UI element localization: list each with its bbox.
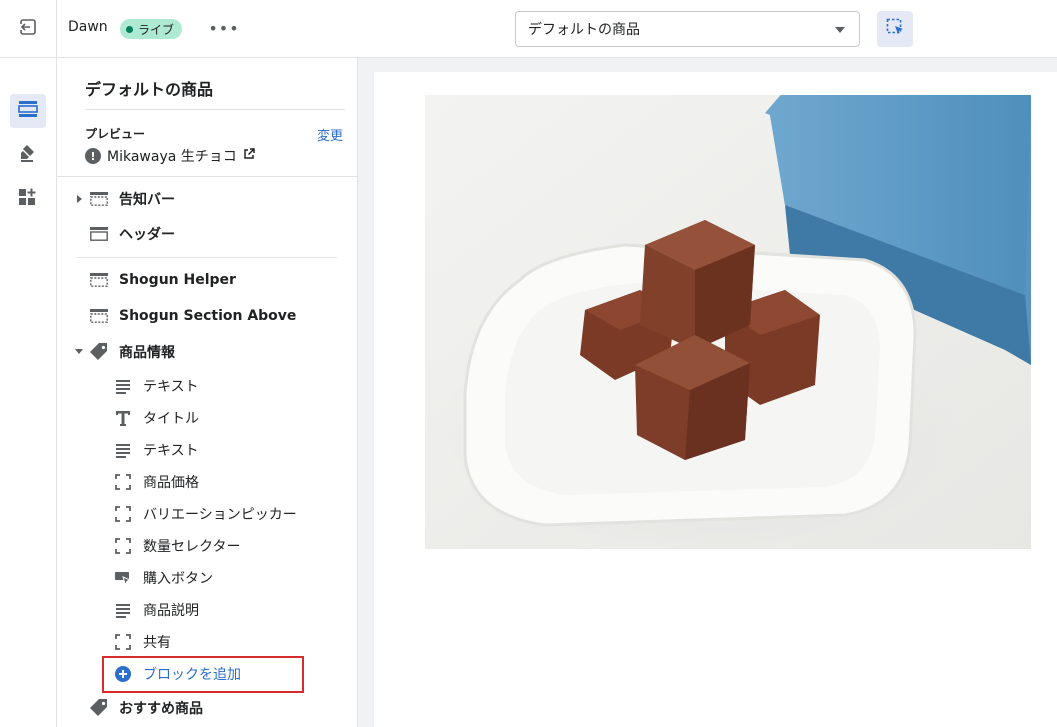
block-item-text[interactable]: テキスト (113, 438, 199, 462)
section-item-label: Shogun Section Above (119, 308, 297, 324)
live-badge-label: ライブ (138, 22, 175, 37)
block-item-label: 共有 (143, 635, 171, 651)
section-item-shogun-section-above[interactable]: Shogun Section Above (89, 304, 296, 328)
theme-name: Dawn (68, 19, 108, 35)
block-item-label: バリエーションピッカー (143, 507, 297, 523)
section-item-label: 告知バー (119, 192, 175, 208)
dashed-box-icon (113, 473, 133, 491)
sidebar-title: デフォルトの商品 (85, 80, 214, 99)
apps-icon (18, 187, 38, 211)
block-item-label: 数量セレクター (143, 539, 241, 555)
inspector-cursor-icon (885, 17, 905, 41)
block-item-share[interactable]: 共有 (113, 630, 171, 654)
tag-icon (89, 699, 109, 717)
block-item-variant-picker[interactable]: バリエーションピッカー (113, 502, 297, 526)
divider (57, 176, 357, 177)
dashed-box-icon (113, 633, 133, 651)
tag-icon (89, 343, 109, 361)
section-dashed-icon (89, 190, 109, 208)
external-link-icon[interactable] (243, 148, 255, 164)
block-item-quantity-selector[interactable]: 数量セレクター (113, 534, 240, 558)
rail-theme-settings-button[interactable] (10, 138, 46, 172)
block-item-price[interactable]: 商品価格 (113, 470, 199, 494)
section-icon (89, 225, 109, 243)
inspector-button[interactable] (877, 11, 913, 47)
section-item-label: ヘッダー (119, 227, 175, 243)
block-item-label: テキスト (143, 443, 199, 459)
block-item-buy-button[interactable]: 購入ボタン (113, 566, 213, 590)
live-status-badge: ライブ (120, 19, 183, 39)
divider (85, 109, 345, 110)
template-selector[interactable]: デフォルトの商品 (515, 11, 860, 47)
rail-apps-button[interactable] (10, 182, 46, 216)
section-dashed-icon (89, 271, 109, 289)
section-item-label: Shogun Helper (119, 272, 236, 288)
rail-sections-button[interactable] (10, 94, 46, 128)
theme-settings-icon (18, 143, 38, 167)
section-item-shogun-helper[interactable]: Shogun Helper (89, 268, 236, 292)
template-selector-value: デフォルトの商品 (528, 22, 640, 38)
text-lines-icon (113, 377, 133, 395)
warning-icon: ! (85, 148, 101, 164)
section-item-label: 商品情報 (119, 345, 175, 361)
section-item-announcement-bar[interactable]: 告知バー (89, 187, 175, 211)
divider (77, 257, 337, 258)
dashed-box-icon (113, 505, 133, 523)
preview-product-row: ! Mikawaya 生チョコ (85, 146, 255, 166)
section-item-featured-products[interactable]: おすすめ商品 (89, 696, 203, 720)
chevron-right-icon[interactable] (77, 195, 82, 203)
editor-rail (0, 58, 57, 727)
block-item-text[interactable]: テキスト (113, 374, 199, 398)
exit-button[interactable] (0, 0, 57, 58)
top-bar: Dawn ライブ ••• デフォルトの商品 (0, 0, 1057, 58)
product-image[interactable] (425, 95, 1031, 549)
section-dashed-icon (89, 307, 109, 325)
section-item-product-info[interactable]: 商品情報 (89, 340, 175, 364)
text-lines-icon (113, 601, 133, 619)
block-item-description[interactable]: 商品説明 (113, 598, 199, 622)
block-item-label: テキスト (143, 379, 199, 395)
preview-product-name: Mikawaya 生チョコ (107, 149, 237, 165)
exit-icon (19, 18, 37, 40)
text-lines-icon (113, 441, 133, 459)
sections-sidebar: デフォルトの商品 プレビュー 変更 ! Mikawaya 生チョコ 告知バー ヘ… (57, 58, 358, 727)
block-item-label: タイトル (143, 411, 199, 427)
chevron-down-icon[interactable] (75, 349, 83, 354)
section-item-header[interactable]: ヘッダー (89, 222, 175, 246)
live-dot-icon (126, 25, 133, 33)
block-item-label: 商品説明 (143, 603, 199, 619)
buy-button-icon (113, 569, 133, 587)
title-t-icon (113, 409, 133, 427)
preview-label: プレビュー (85, 127, 146, 141)
dashed-box-icon (113, 537, 133, 555)
block-item-label: 商品価格 (143, 475, 199, 491)
chevron-down-icon (835, 27, 845, 33)
section-item-label: おすすめ商品 (119, 701, 203, 717)
more-icon: ••• (208, 18, 240, 38)
block-item-title[interactable]: タイトル (113, 406, 199, 430)
change-preview-link[interactable]: 変更 (317, 125, 343, 144)
block-item-label: 購入ボタン (143, 571, 213, 587)
sections-icon (18, 100, 38, 122)
more-actions-button[interactable]: ••• (208, 16, 238, 40)
annotation-highlight-box (102, 656, 304, 693)
